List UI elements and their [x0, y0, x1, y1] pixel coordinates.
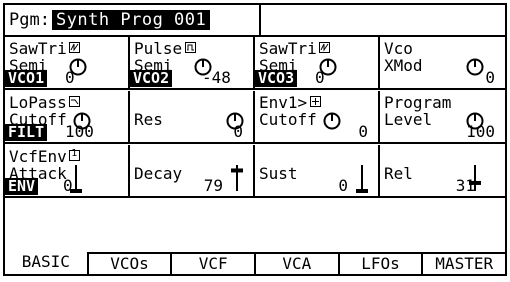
param-name-line2: Decay — [134, 164, 183, 183]
param-value[interactable]: -48 — [202, 69, 231, 87]
param-value[interactable]: 0 — [358, 123, 368, 141]
tab-vcf[interactable]: VCF — [170, 252, 255, 274]
env-1-icon[interactable]: 1 — [69, 148, 81, 161]
tab-lfos[interactable]: LFOs — [337, 252, 422, 274]
param-cell[interactable]: Env1> Cutoff 0 — [255, 91, 380, 144]
param-cell[interactable]: Rel 31 — [380, 145, 505, 198]
tab-basic[interactable]: BASIC — [5, 252, 87, 274]
section-badge: VCO3 — [255, 70, 298, 87]
param-cell[interactable]: Vco XMod 0 — [380, 37, 505, 90]
knob-icon[interactable] — [466, 58, 484, 76]
page-tabs: BASIC VCOs VCF VCA LFOs MASTER — [5, 252, 506, 274]
param-name-line2: Res — [134, 110, 163, 129]
param-cell[interactable]: Res 0 — [130, 91, 255, 144]
program-label: Pgm: — [9, 10, 50, 30]
param-cell[interactable]: SawTri Semi VCO3 0 — [255, 37, 380, 90]
param-cell[interactable]: LoPass Cutoff FILT 100 — [5, 91, 130, 144]
tab-vcos[interactable]: VCOs — [86, 252, 171, 274]
param-cell[interactable]: Sust 0 — [255, 145, 380, 198]
param-name-line2: Sust — [259, 164, 298, 183]
tab-vca[interactable]: VCA — [254, 252, 338, 274]
param-cell[interactable]: SawTri Semi VCO1 0 — [5, 37, 130, 90]
tab-master[interactable]: MASTER — [421, 252, 506, 274]
knob-icon[interactable] — [323, 112, 341, 130]
param-value[interactable]: 0 — [315, 69, 325, 87]
param-name-line2: Level — [384, 110, 433, 129]
param-value[interactable]: 0 — [485, 69, 495, 87]
param-value[interactable]: 31 — [456, 177, 475, 195]
parameter-grid: SawTri Semi VCO1 0 Pulse Semi VCO2 -48 SawTri Sem… — [5, 37, 505, 252]
param-value[interactable]: 0 — [233, 123, 243, 141]
param-value[interactable]: 100 — [65, 123, 94, 141]
lowpass-icon[interactable] — [69, 96, 81, 107]
program-name[interactable]: Synth Prog 001 — [51, 10, 211, 30]
param-value[interactable]: 0 — [65, 69, 75, 87]
param-name-line2: XMod — [384, 56, 423, 75]
pulse-wave-icon[interactable] — [184, 42, 196, 53]
saw-wave-icon[interactable] — [69, 42, 81, 53]
program-name-field[interactable]: Pgm: Synth Prog 001 — [5, 5, 261, 35]
section-badge: FILT — [5, 124, 48, 141]
param-cell[interactable]: Program Level 100 — [380, 91, 505, 144]
param-value[interactable]: 100 — [466, 123, 495, 141]
env-number: 1 — [71, 148, 78, 159]
fader-icon[interactable] — [355, 162, 369, 193]
section-badge: VCO1 — [5, 70, 48, 87]
param-cell[interactable]: Decay 79 — [130, 145, 255, 198]
fader-icon[interactable] — [230, 162, 244, 192]
param-value[interactable]: 79 — [204, 177, 223, 195]
param-value[interactable]: 0 — [338, 177, 348, 195]
header-bar: Pgm: Synth Prog 001 — [5, 5, 505, 37]
plus-icon[interactable] — [309, 96, 321, 107]
synth-display: Pgm: Synth Prog 001 SawTri Semi VCO1 0 Pulse… — [3, 3, 507, 276]
param-cell[interactable]: VcfEnv Attack 1 ENV 0 — [5, 145, 130, 198]
section-badge: ENV — [5, 178, 39, 195]
saw-wave-icon[interactable] — [319, 42, 331, 53]
section-badge: VCO2 — [130, 70, 173, 87]
param-value[interactable]: 0 — [63, 177, 73, 195]
param-name-line2: Rel — [384, 164, 413, 183]
param-name-line2: Cutoff — [259, 110, 317, 129]
param-cell[interactable]: Pulse Semi VCO2 -48 — [130, 37, 255, 90]
